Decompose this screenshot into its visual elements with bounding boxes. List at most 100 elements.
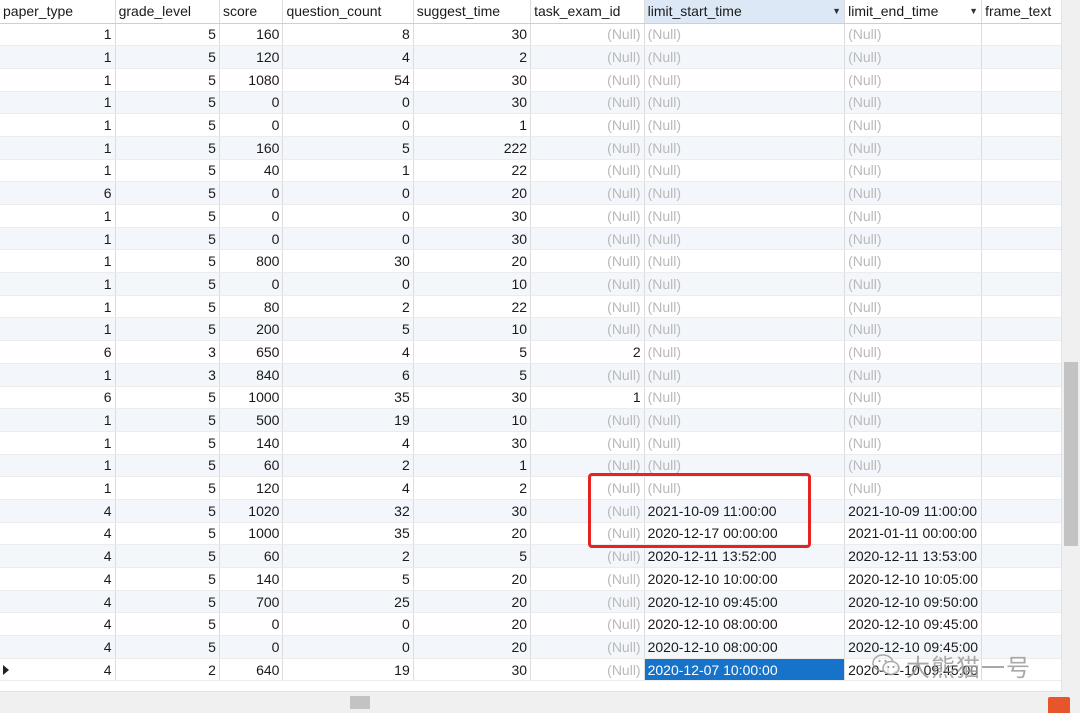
cell-task-exam-id[interactable]: (Null)	[530, 295, 645, 319]
cell-task-exam-id[interactable]: (Null)	[530, 91, 645, 115]
cell-task-exam-id[interactable]: (Null)	[530, 272, 645, 296]
cell-question-count[interactable]: 0	[282, 91, 414, 115]
cell-question-count[interactable]: 0	[282, 227, 414, 251]
cell-limit-end-time[interactable]: 2020-12-11 13:53:00	[844, 544, 983, 568]
cell-score[interactable]: 800	[219, 249, 284, 274]
cell-paper-type[interactable]: 1	[0, 45, 116, 69]
cell-suggest-time[interactable]: 20	[413, 590, 532, 614]
cell-task-exam-id[interactable]: 1	[530, 386, 645, 410]
cell-limit-start-time[interactable]: 2020-12-17 00:00:00	[644, 522, 846, 546]
cell-task-exam-id[interactable]: (Null)	[530, 567, 645, 591]
cell-suggest-time[interactable]: 30	[413, 431, 532, 455]
cell-limit-start-time[interactable]: (Null)	[644, 408, 846, 432]
cell-suggest-time[interactable]: 30	[413, 658, 532, 682]
table-row[interactable]: 4 5 60 2 5 (Null) 2020-12-11 13:52:00 2020-12-1…	[0, 544, 1062, 568]
cell-limit-start-time[interactable]: (Null)	[644, 204, 846, 228]
column-header-limit-end-time[interactable]: limit_end_time ▼	[844, 0, 983, 24]
cell-question-count[interactable]: 5	[282, 567, 414, 591]
cell-suggest-time[interactable]: 20	[413, 635, 532, 659]
cell-score[interactable]: 160	[219, 23, 284, 47]
cell-score[interactable]: 1000	[219, 522, 284, 546]
cell-limit-start-time[interactable]: (Null)	[644, 181, 846, 205]
cell-limit-start-time[interactable]: (Null)	[644, 91, 846, 115]
table-row[interactable]: 1 3 840 6 5 (Null) (Null) (Null)	[0, 363, 1062, 387]
cell-suggest-time[interactable]: 30	[413, 227, 532, 251]
cell-paper-type[interactable]: 1	[0, 295, 116, 319]
table-row[interactable]: 1 5 140 4 30 (Null) (Null) (Null)	[0, 431, 1062, 455]
horizontal-scrollbar[interactable]	[0, 691, 1062, 713]
cell-suggest-time[interactable]: 2	[413, 476, 532, 500]
cell-suggest-time[interactable]: 222	[413, 136, 532, 160]
cell-frame-text[interactable]	[981, 136, 1062, 160]
cell-task-exam-id[interactable]: (Null)	[530, 658, 645, 682]
cell-paper-type[interactable]: 4	[0, 612, 116, 637]
cell-limit-end-time[interactable]: (Null)	[844, 159, 983, 183]
cell-suggest-time[interactable]: 1	[413, 113, 532, 137]
cell-question-count[interactable]: 25	[282, 590, 414, 614]
cell-frame-text[interactable]	[981, 522, 1062, 546]
cell-frame-text[interactable]	[981, 249, 1062, 274]
table-row[interactable]: 6 5 1000 35 30 1 (Null) (Null)	[0, 386, 1062, 410]
cell-grade-level[interactable]: 5	[115, 181, 220, 205]
cell-paper-type[interactable]: 4	[0, 658, 116, 682]
cell-question-count[interactable]: 8	[282, 23, 414, 47]
cell-grade-level[interactable]: 5	[115, 476, 220, 500]
cell-grade-level[interactable]: 5	[115, 431, 220, 455]
cell-score[interactable]: 0	[219, 91, 284, 115]
cell-limit-end-time[interactable]: (Null)	[844, 204, 983, 228]
cell-score[interactable]: 0	[219, 227, 284, 251]
cell-limit-start-time[interactable]: (Null)	[644, 431, 846, 455]
cell-limit-start-time[interactable]: (Null)	[644, 227, 846, 251]
cell-question-count[interactable]: 6	[282, 363, 414, 387]
cell-limit-end-time[interactable]: (Null)	[844, 476, 983, 500]
cell-frame-text[interactable]	[981, 567, 1062, 591]
cell-limit-end-time[interactable]: (Null)	[844, 431, 983, 455]
cell-task-exam-id[interactable]: (Null)	[530, 159, 645, 183]
cell-suggest-time[interactable]: 20	[413, 181, 532, 205]
cell-grade-level[interactable]: 5	[115, 544, 220, 568]
cell-frame-text[interactable]	[981, 91, 1062, 115]
cell-paper-type[interactable]: 4	[0, 635, 116, 659]
cell-paper-type[interactable]: 4	[0, 499, 116, 523]
cell-frame-text[interactable]	[981, 544, 1062, 568]
table-row[interactable]: 1 5 0 0 10 (Null) (Null) (Null)	[0, 272, 1062, 296]
table-row[interactable]: 1 5 160 5 222 (Null) (Null) (Null)	[0, 136, 1062, 160]
cell-grade-level[interactable]: 5	[115, 45, 220, 69]
cell-paper-type[interactable]: 6	[0, 386, 116, 410]
cell-frame-text[interactable]	[981, 204, 1062, 228]
data-grid[interactable]: paper_type grade_level score question_co…	[0, 0, 1062, 692]
cell-paper-type[interactable]: 6	[0, 181, 116, 205]
cell-grade-level[interactable]: 5	[115, 136, 220, 160]
cell-question-count[interactable]: 2	[282, 295, 414, 319]
cell-score[interactable]: 650	[219, 340, 284, 364]
cell-question-count[interactable]: 2	[282, 544, 414, 568]
cell-grade-level[interactable]: 5	[115, 249, 220, 274]
cell-limit-start-time[interactable]: (Null)	[644, 340, 846, 364]
cell-task-exam-id[interactable]: (Null)	[530, 363, 645, 387]
cell-score[interactable]: 40	[219, 159, 284, 183]
table-row[interactable]: 1 5 40 1 22 (Null) (Null) (Null)	[0, 159, 1062, 183]
cell-paper-type[interactable]: 1	[0, 113, 116, 137]
cell-limit-end-time[interactable]: (Null)	[844, 408, 983, 432]
cell-question-count[interactable]: 4	[282, 340, 414, 364]
cell-grade-level[interactable]: 5	[115, 522, 220, 546]
cell-grade-level[interactable]: 5	[115, 113, 220, 137]
cell-grade-level[interactable]: 5	[115, 227, 220, 251]
table-row[interactable]: 1 5 80 2 22 (Null) (Null) (Null)	[0, 295, 1062, 319]
table-row[interactable]: 6 3 650 4 5 2 (Null) (Null)	[0, 340, 1062, 364]
cell-question-count[interactable]: 4	[282, 431, 414, 455]
column-header-suggest-time[interactable]: suggest_time	[413, 0, 532, 24]
cell-score[interactable]: 0	[219, 204, 284, 228]
cell-score[interactable]: 1020	[219, 499, 284, 523]
cell-suggest-time[interactable]: 30	[413, 91, 532, 115]
cell-frame-text[interactable]	[981, 363, 1062, 387]
cell-task-exam-id[interactable]: (Null)	[530, 68, 645, 92]
table-row[interactable]: 1 5 120 4 2 (Null) (Null) (Null)	[0, 45, 1062, 69]
cell-frame-text[interactable]	[981, 499, 1062, 523]
table-row[interactable]: 6 5 0 0 20 (Null) (Null) (Null)	[0, 181, 1062, 205]
cell-frame-text[interactable]	[981, 272, 1062, 296]
cell-limit-end-time[interactable]: 2020-12-10 09:50:00	[844, 590, 983, 614]
cell-question-count[interactable]: 19	[282, 408, 414, 432]
cell-limit-end-time[interactable]: (Null)	[844, 363, 983, 387]
cell-score[interactable]: 160	[219, 136, 284, 160]
